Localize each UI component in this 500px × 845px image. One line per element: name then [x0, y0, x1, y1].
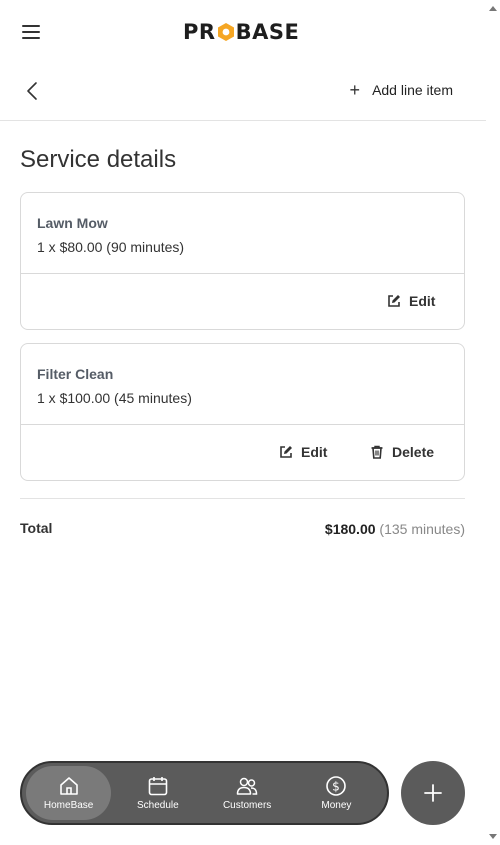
- service-actions: Edit: [21, 274, 464, 330]
- add-line-item-button[interactable]: + Add line item: [349, 80, 453, 100]
- plus-icon: [424, 784, 442, 802]
- top-bar: PR BASE: [0, 0, 486, 62]
- service-card: Lawn Mow 1 x $80.00 (90 minutes) Edit: [20, 192, 465, 330]
- scrollbar[interactable]: [486, 0, 500, 845]
- logo-text-left: PR: [183, 20, 216, 44]
- plus-icon: +: [349, 80, 361, 100]
- add-line-item-label: Add line item: [372, 82, 453, 98]
- scroll-up-icon[interactable]: [489, 6, 497, 11]
- edit-icon: [388, 295, 400, 307]
- delete-button[interactable]: Delete: [370, 444, 434, 460]
- service-info: Lawn Mow 1 x $80.00 (90 minutes): [21, 193, 464, 274]
- total-label: Total: [20, 520, 53, 536]
- logo-text-right: BASE: [235, 20, 300, 44]
- service-card: Filter Clean 1 x $100.00 (45 minutes) Ed…: [20, 343, 465, 481]
- nav-item-schedule[interactable]: Schedule: [115, 766, 200, 820]
- service-detail: 1 x $100.00 (45 minutes): [37, 390, 192, 406]
- service-info: Filter Clean 1 x $100.00 (45 minutes): [21, 344, 464, 425]
- dollar-icon: $: [326, 776, 347, 796]
- nav-label: Schedule: [137, 800, 179, 811]
- edit-button[interactable]: Edit: [387, 293, 435, 309]
- back-chevron-icon[interactable]: [22, 80, 44, 102]
- service-detail: 1 x $80.00 (90 minutes): [37, 239, 185, 255]
- scroll-down-icon[interactable]: [489, 834, 497, 839]
- calendar-icon: [148, 777, 168, 796]
- add-fab-button[interactable]: [401, 761, 465, 825]
- hamburger-menu-icon[interactable]: [22, 24, 42, 40]
- action-bar: + Add line item: [0, 62, 486, 121]
- edit-icon: [280, 446, 292, 458]
- divider: [20, 498, 465, 499]
- nav-item-homebase[interactable]: HomeBase: [26, 766, 112, 820]
- service-name: Filter Clean: [37, 366, 114, 382]
- edit-label: Edit: [409, 293, 436, 309]
- total-amount: $180.00: [324, 521, 376, 537]
- nav-label: Money: [321, 800, 352, 811]
- nav-label: HomeBase: [43, 800, 94, 811]
- total-minutes: (135 minutes): [379, 521, 465, 537]
- total-value: $180.00 (135 minutes): [325, 521, 465, 537]
- nav-item-money[interactable]: $ Money: [294, 766, 379, 820]
- probase-logo: PR BASE: [183, 20, 299, 44]
- app-root: PR BASE + Add line item Service details …: [0, 0, 486, 845]
- svg-text:$: $: [333, 780, 341, 794]
- edit-button[interactable]: Edit: [279, 444, 327, 460]
- edit-label: Edit: [301, 444, 328, 460]
- users-icon: [236, 777, 258, 795]
- nav-item-customers[interactable]: Customers: [205, 766, 290, 820]
- page-title: Service details: [20, 146, 177, 173]
- logo-hexagon-icon: [217, 23, 234, 41]
- service-actions: Edit Delete: [21, 425, 464, 481]
- bottom-navigation: HomeBase Schedule Customers $ Money: [20, 761, 389, 825]
- home-icon: [59, 777, 78, 795]
- nav-label: Customers: [222, 800, 272, 811]
- service-name: Lawn Mow: [37, 215, 108, 231]
- trash-icon: [371, 445, 383, 459]
- delete-label: Delete: [392, 444, 435, 460]
